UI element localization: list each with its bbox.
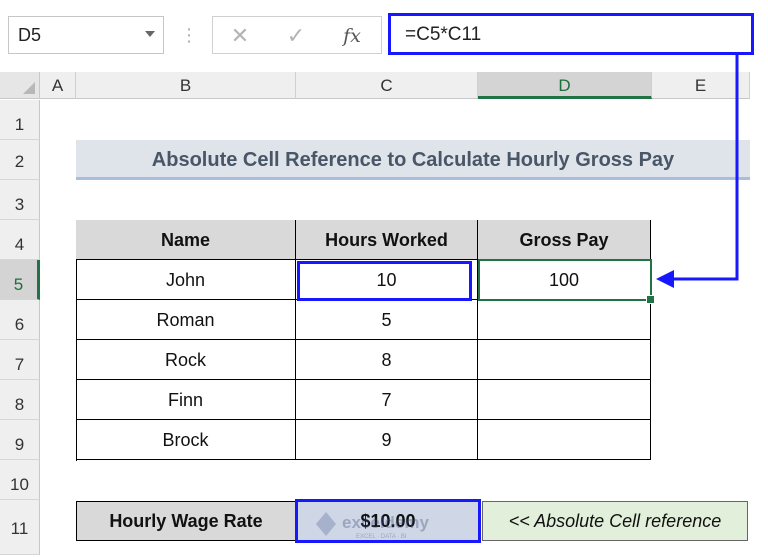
arrow-line: [672, 55, 739, 281]
annotation-arrow: [656, 55, 739, 288]
arrowhead-icon: [656, 270, 674, 288]
